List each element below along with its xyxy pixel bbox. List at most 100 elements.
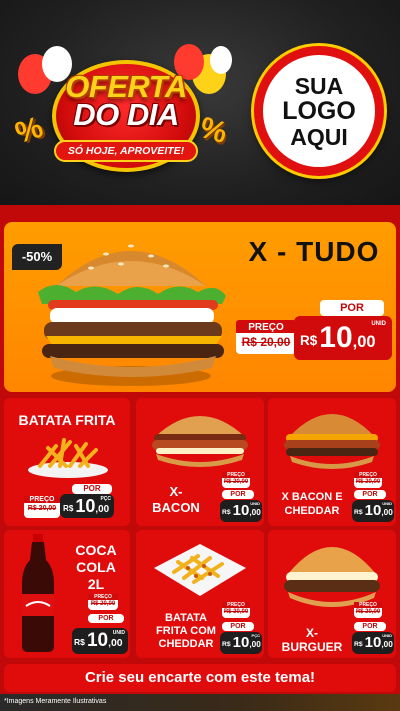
logo-text-line2: LOGO [282, 96, 356, 125]
fries-cheddar-icon [154, 544, 246, 596]
price-tag-value: R$ 10,00 UNID [220, 500, 262, 522]
logo-placeholder: SUA LOGO AQUI [254, 46, 384, 176]
new-price: R$10,00 UNID [72, 628, 128, 654]
new-price: R$10,00 UNID [352, 632, 394, 654]
new-price: R$ 10,00 PÇC [220, 632, 262, 654]
price-cents: ,00 [249, 640, 261, 649]
old-price-value: R$ 20,00 [27, 505, 57, 512]
product-name-line2: BACON [152, 500, 200, 515]
unit-label: UNID [382, 633, 392, 638]
price-tag: PREÇO R$ 20,00 POR [352, 602, 394, 632]
price-tag: PREÇO R$ 20,00 POR [352, 470, 394, 500]
currency: R$ [63, 503, 74, 513]
soda-bottle-icon [22, 534, 54, 652]
unit-label: PÇC [251, 633, 260, 638]
product-name-line1: X- [306, 626, 318, 640]
new-price: R$10,00 UNID [352, 500, 394, 522]
product-card-x-burguer[interactable]: X- BURGUER PREÇO R$ 20,00 POR R$ 10,00 UN… [268, 530, 396, 658]
price-tag: PREÇO R$ 20,00 POR [86, 594, 128, 624]
price-tag-value: R$ 10,00 PÇC [220, 632, 262, 654]
old-price-value: R$ 20,00 [223, 609, 249, 615]
fries-icon [28, 438, 108, 478]
product-card-batata-frita[interactable]: BATATA FRITA POR PREÇO R$ 20,00 R$ 10,00 … [4, 398, 130, 526]
product-name: X- BACON [146, 484, 206, 516]
wave-divider [0, 206, 400, 218]
price-cents: ,00 [249, 508, 261, 517]
product-name-line1: X- [169, 484, 183, 499]
price-tag-value: R$ 10,00 UNID [72, 628, 128, 654]
old-price-box: PREÇO R$ 20,00 [88, 594, 118, 610]
product-name-line3: 2L [87, 576, 105, 592]
product-name-line3: CHEDDAR [158, 638, 214, 650]
price-whole: 10 [319, 321, 353, 354]
new-price: R$10,00 UNID [220, 500, 262, 522]
currency: R$ [222, 641, 231, 648]
unit-label: UNID [382, 501, 392, 506]
product-name: BATATA FRITA COM CHEDDAR [146, 612, 226, 651]
badge-title-do-dia: DO DIA [73, 97, 179, 132]
oferta-do-dia-badge: OFERTA DO DIA SÓ HOJE, APROVEITE! % % [11, 44, 232, 176]
disclaimer: *Imagens Meramente Ilustrativas [4, 698, 107, 705]
price-cents: ,00 [352, 333, 376, 351]
old-price-box: PREÇO R$ 20,00 [24, 496, 60, 518]
product-name: X- BURGUER [272, 626, 352, 654]
currency: R$ [74, 636, 85, 647]
price-whole: 10 [232, 502, 250, 519]
burger-x-bacon-icon [152, 416, 248, 467]
product-name: BATATA FRITA [18, 412, 116, 428]
price-tag: PREÇO R$ 20,00 POR [220, 602, 262, 632]
old-price-value: R$ 20,00 [355, 609, 381, 615]
old-price-box: PREÇO R$ 20,00 [354, 472, 382, 488]
header: OFERTA DO DIA SÓ HOJE, APROVEITE! % % SU… [0, 0, 400, 210]
logo-text-line1: SUA [294, 72, 344, 99]
product-card-x-bacon[interactable]: X- BACON PREÇO R$ 20,00 POR R$ 10,00 UNID [136, 398, 264, 526]
currency: R$ [300, 332, 318, 348]
old-price-box: PREÇO R$ 20,00 [222, 602, 250, 618]
product-name: COCA COLA 2L [64, 542, 128, 593]
unit-label: UNID [112, 630, 125, 636]
product-name-line2: CHEDDAR [284, 505, 340, 517]
por-label: POR [320, 300, 384, 316]
price-tag: POR PREÇO R$ 20,00 R$ 10,00 PÇC [24, 484, 124, 520]
price-tag-value: R$ 10,00 UNID [352, 632, 394, 654]
old-price-label: PREÇO [24, 496, 60, 503]
product-name-line1: COCA [75, 542, 117, 558]
product-name-line2: BURGUER [281, 640, 343, 654]
price-whole: 10 [75, 496, 96, 516]
unit-label: PÇC [100, 496, 111, 502]
por-label: POR [222, 622, 254, 631]
por-label: POR [222, 490, 254, 499]
por-label: POR [72, 484, 112, 494]
old-price-box: PREÇO R$ 20,00 [354, 602, 382, 618]
por-label: POR [354, 622, 386, 631]
price-whole: 10 [232, 634, 250, 651]
burger-bacon-cheddar-icon [284, 414, 380, 469]
balloon-icon [210, 46, 232, 74]
por-label: POR [88, 614, 124, 623]
por-label: POR [354, 490, 386, 499]
price-cents: ,00 [108, 638, 123, 649]
price-cents: ,00 [381, 508, 393, 517]
old-price-label: PREÇO [236, 320, 296, 333]
product-card-coca-cola[interactable]: COCA COLA 2L PREÇO R$ 20,00 POR R$ 10,00 … [4, 530, 130, 658]
price-whole: 10 [86, 630, 109, 651]
old-price-value: R$ 20,00 [241, 335, 291, 349]
badge-ribbon: SÓ HOJE, APROVEITE! [54, 140, 198, 162]
product-card-x-bacon-cheddar[interactable]: X BACON E CHEDDAR PREÇO R$ 20,00 POR R$ 1… [268, 398, 396, 526]
old-price-box: PREÇO R$ 20,00 [222, 472, 250, 488]
product-name-line2: COLA [76, 559, 116, 575]
old-price-box: PREÇO R$ 20,00 [236, 320, 296, 354]
flyer-page: OFERTA DO DIA SÓ HOJE, APROVEITE! % % SU… [0, 0, 400, 711]
product-name-line1: BATATA [165, 612, 207, 624]
cta-banner[interactable]: Crie seu encarte com este tema! [4, 664, 396, 692]
product-name: X BACON E CHEDDAR [272, 490, 352, 518]
price-cents: ,00 [381, 640, 393, 649]
new-price: R$10,00 UNID [294, 316, 392, 360]
currency: R$ [222, 509, 231, 516]
price-tag-value: R$ 10,00 UNID [352, 500, 394, 522]
price-whole: 10 [364, 634, 382, 651]
currency: R$ [354, 509, 363, 516]
hero-card-x-tudo[interactable]: -50% X - TUDO PREÇO R$ 20,00 POR R$10,00… [4, 222, 396, 392]
product-card-batata-cheddar[interactable]: BATATA FRITA COM CHEDDAR PREÇO R$ 20,00 … [136, 530, 264, 658]
hero-product-name: X - TUDO [248, 236, 380, 267]
